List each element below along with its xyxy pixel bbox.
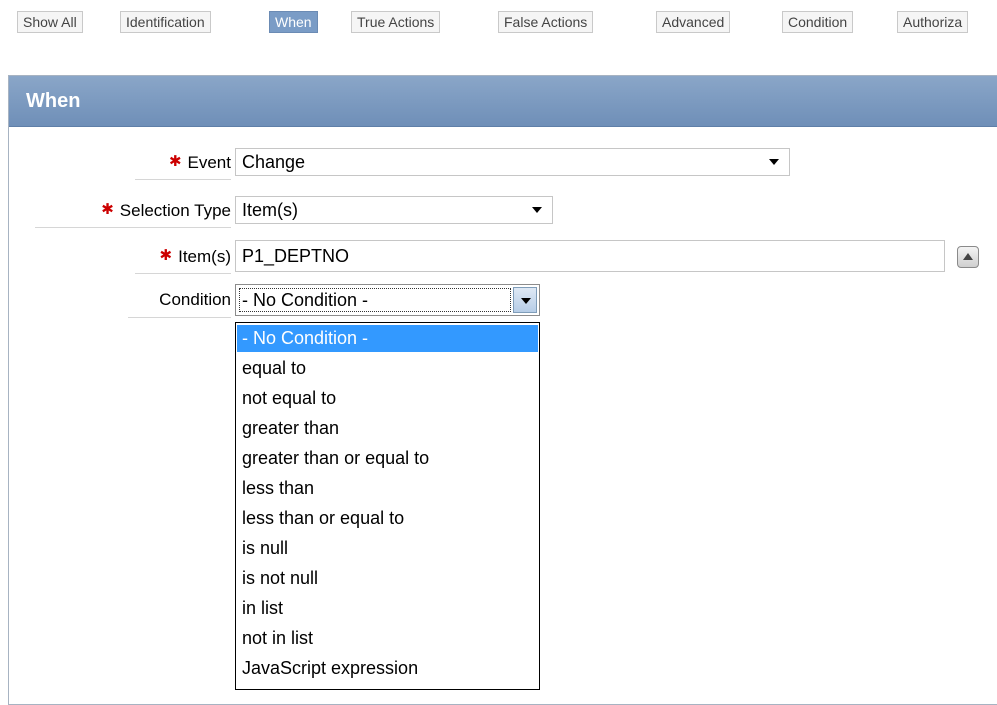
condition-option-greater-than-or-equal-to[interactable]: greater than or equal to [237,445,538,472]
condition-option-javascript-expression[interactable]: JavaScript expression [237,655,538,682]
required-icon: ✱ [159,247,173,264]
condition-selected-value: - No Condition - [239,288,511,312]
condition-label: Condition [128,286,231,318]
items-label: ✱ Item(s) [135,242,231,274]
chevron-up-icon [963,253,973,260]
condition-option-less-than-or-equal-to[interactable]: less than or equal to [237,505,538,532]
condition-option-not-equal-to[interactable]: not equal to [237,385,538,412]
region-header: When [9,76,997,127]
tab-advanced[interactable]: Advanced [656,11,731,33]
tab-true-actions[interactable]: True Actions [351,11,441,33]
tab-when[interactable]: When [269,11,318,33]
item-picker-button[interactable] [957,246,979,268]
region-title: When [26,90,81,112]
tab-bar: Show All Identification When True Action… [0,0,997,44]
chevron-down-icon [521,298,531,304]
selection-type-select[interactable]: Item(s) [235,196,553,224]
condition-option-less-than[interactable]: less than [237,475,538,502]
tab-identification[interactable]: Identification [120,11,211,33]
condition-dropdown-list: - No Condition - equal to not equal to g… [235,322,540,690]
tab-authorization[interactable]: Authoriza [897,11,969,33]
condition-option-is-null[interactable]: is null [237,535,538,562]
event-label: ✱ Event [135,148,231,180]
tab-show-all[interactable]: Show All [17,11,83,33]
event-select[interactable]: Change [235,148,790,176]
chevron-down-icon [532,207,542,213]
condition-option-is-not-null[interactable]: is not null [237,565,538,592]
tab-false-actions[interactable]: False Actions [498,11,594,33]
required-icon: ✱ [168,153,182,170]
condition-option-no-condition[interactable]: - No Condition - [237,325,538,352]
condition-select[interactable]: - No Condition - [235,284,540,316]
tab-condition[interactable]: Condition [782,11,854,33]
condition-option-equal-to[interactable]: equal to [237,355,538,382]
selection-type-label: ✱ Selection Type [35,196,231,228]
items-input[interactable]: P1_DEPTNO [235,240,945,272]
chevron-down-icon [769,159,779,165]
condition-option-in-list[interactable]: in list [237,595,538,622]
condition-option-not-in-list[interactable]: not in list [237,625,538,652]
condition-option-greater-than[interactable]: greater than [237,415,538,442]
required-icon: ✱ [101,201,114,218]
condition-dropdown-button[interactable] [513,287,537,313]
